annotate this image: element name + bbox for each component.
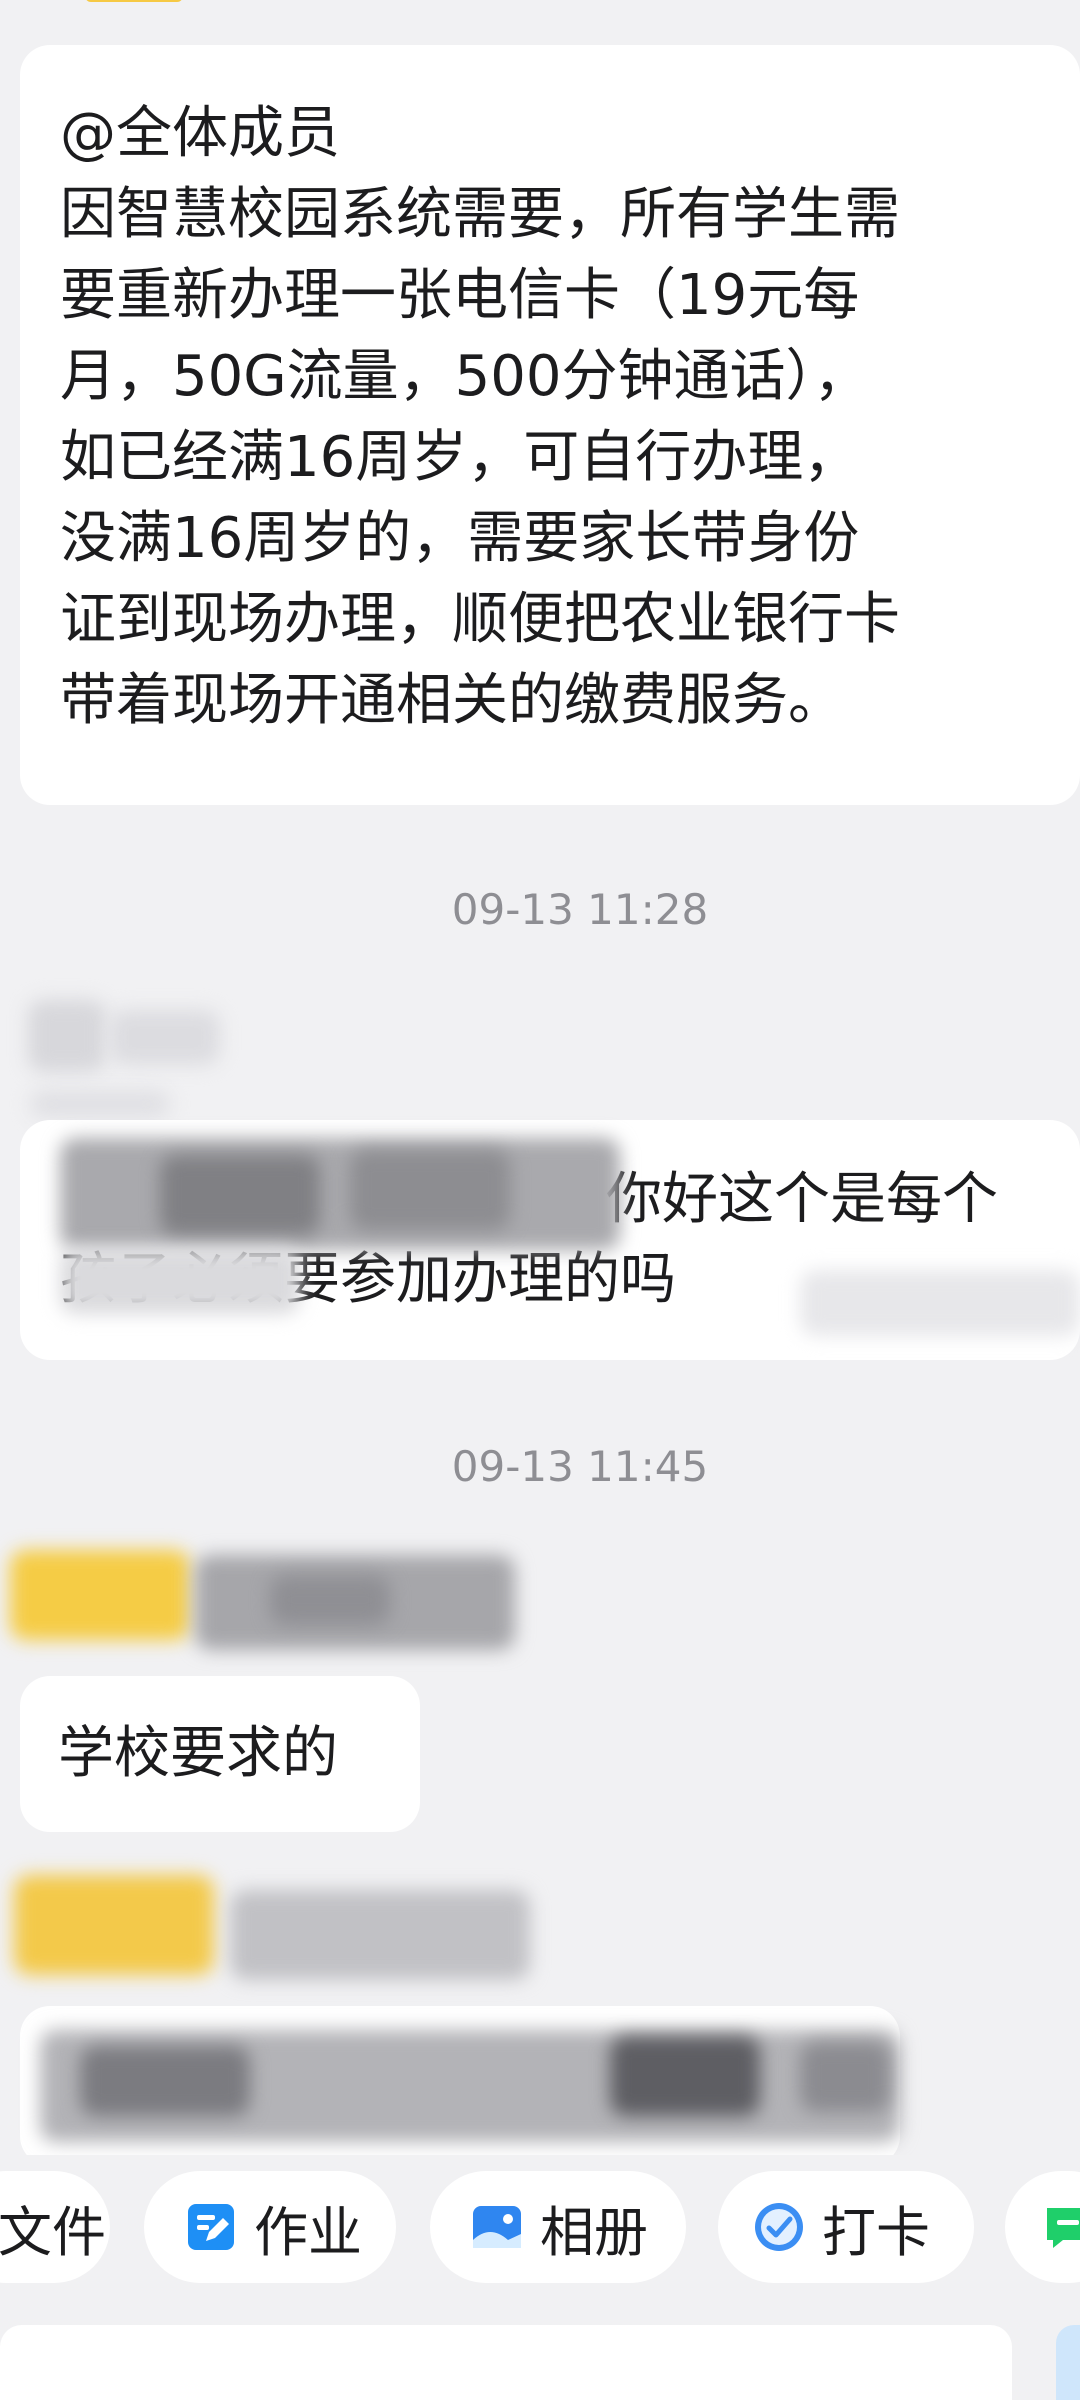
homework-button[interactable]: 作业 — [144, 2171, 396, 2283]
album-label: 相册 — [540, 2200, 648, 2264]
message-line: 证到现场办理，顺便把农业银行卡 — [60, 587, 900, 652]
homework-label: 作业 — [254, 2200, 362, 2264]
file-label: 文件 — [0, 2200, 106, 2264]
message-bubble-announcement[interactable]: @全体成员 因智慧校园系统需要，所有学生需 要重新办理一张电信卡（19元每 月，… — [20, 45, 1080, 805]
message-line: 带着现场开通相关的缴费服务。 — [60, 668, 844, 733]
message-text: 学校要求的 — [58, 1721, 338, 1786]
message-line: 月，50G流量，500分钟通话）， — [60, 344, 870, 409]
message-line: 如已经满16周岁，可自行办理， — [60, 425, 860, 490]
quick-action-toolbar: 文件 作业 相册 打卡 — [0, 2155, 1080, 2305]
album-button[interactable]: 相册 — [430, 2171, 686, 2283]
message-bubble-question[interactable]: 你好这个是每个 孩子必须要参加办理的吗 — [20, 1120, 1080, 1360]
image-icon — [473, 2206, 521, 2248]
more-action-button[interactable] — [1005, 2171, 1080, 2283]
checkin-button[interactable]: 打卡 — [718, 2171, 974, 2283]
checkin-icon — [755, 2203, 803, 2251]
chat-screen: @全体成员 因智慧校园系统需要，所有学生需 要重新办理一张电信卡（19元每 月，… — [0, 0, 1080, 2400]
message-timestamp: 09-13 11:45 — [451, 1442, 709, 1491]
edit-icon — [188, 2204, 234, 2250]
message-line: 没满16周岁的，需要家长带身份 — [60, 506, 860, 571]
message-bubble-reply[interactable]: 学校要求的 — [20, 1676, 420, 1832]
message-bubble-redacted[interactable] — [20, 2006, 900, 2166]
message-line: 因智慧校园系统需要，所有学生需 — [60, 182, 900, 247]
message-line: 要重新办理一张电信卡（19元每 — [60, 263, 860, 328]
mention-all-members[interactable]: @全体成员 — [60, 93, 1040, 174]
checkin-label: 打卡 — [822, 2200, 930, 2264]
send-button[interactable] — [1056, 2325, 1080, 2400]
file-button[interactable]: 文件 — [0, 2171, 110, 2283]
message-line: 你好这个是每个 — [606, 1167, 998, 1232]
avatar-partial — [85, 0, 183, 2]
message-timestamp: 09-13 11:28 — [451, 885, 709, 934]
message-input[interactable] — [0, 2325, 1012, 2400]
chat-icon — [1047, 2208, 1080, 2248]
